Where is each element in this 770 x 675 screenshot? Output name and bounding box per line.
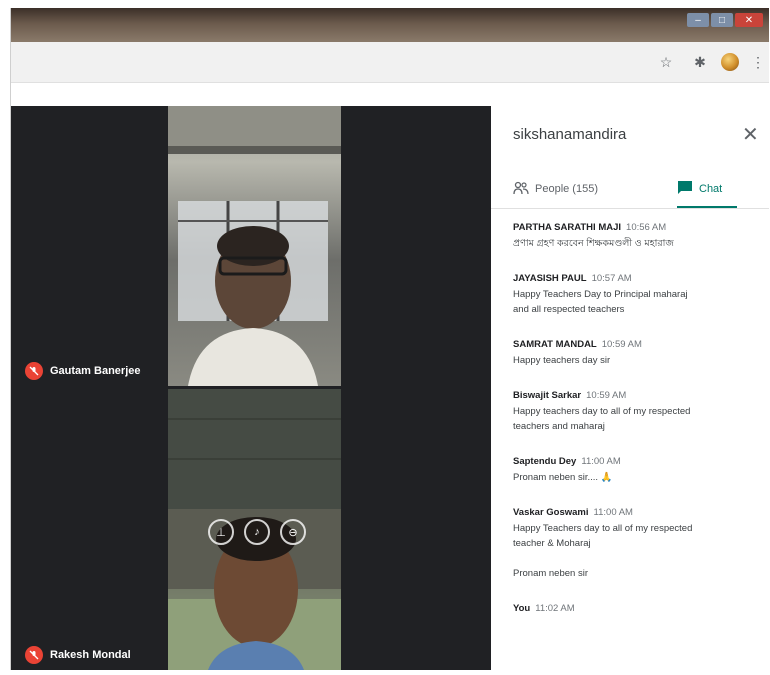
- message-time: 10:57 AM: [591, 273, 632, 284]
- panel-tabs: People (155) Chat: [491, 172, 769, 209]
- details-panel: sikshanamandira ✕ People (155) Chat PART…: [491, 106, 769, 670]
- window-controls: – □ ✕: [685, 13, 763, 27]
- message-text: প্রণাম গ্রহণ করবেন শিক্ষকমণ্ডলী ও মহারাজ: [513, 238, 674, 249]
- message-line: Pronam neben sir: [513, 568, 588, 579]
- mic-off-icon: [25, 362, 43, 380]
- chat-message: You 11:02 AM: [513, 603, 748, 614]
- message-time: 10:59 AM: [601, 339, 642, 350]
- message-text: Happy Teachers Day to Principal maharaj a…: [513, 287, 748, 317]
- message-line: teacher & Moharaj: [513, 538, 591, 549]
- message-line: Happy teachers day to all of my respecte…: [513, 406, 691, 417]
- message-sender: JAYASISH PAUL: [513, 273, 587, 284]
- tile-hover-controls: ⊥ ♪ ⊖: [208, 519, 316, 545]
- message-text: Pronam neben sir.... 🙏: [513, 472, 613, 483]
- window-titlebar: – □ ✕: [11, 8, 769, 42]
- video-tile-gautam[interactable]: [168, 106, 341, 386]
- chat-message: JAYASISH PAUL 10:57 AM Happy Teachers Day…: [513, 273, 748, 317]
- message-text: Happy teachers day sir: [513, 355, 611, 366]
- puzzle-icon[interactable]: ✱: [691, 53, 709, 71]
- message-line: Happy Teachers Day to Principal maharaj: [513, 289, 688, 300]
- participant-name: Gautam Banerjee: [50, 365, 141, 377]
- message-time: 10:59 AM: [586, 390, 627, 401]
- chat-message: PARTHA SARATHI MAJI 10:56 AM প্রণাম গ্রহণ…: [513, 222, 748, 251]
- tab-people[interactable]: People (155): [513, 172, 598, 206]
- minimize-button[interactable]: –: [687, 13, 709, 27]
- message-sender: Vaskar Goswami: [513, 507, 589, 518]
- message-time: 11:00 AM: [581, 456, 621, 467]
- message-sender: PARTHA SARATHI MAJI: [513, 222, 622, 233]
- close-window-button[interactable]: ✕: [735, 13, 763, 27]
- meeting-grid: Gautam Banerjee ⊥ ♪ ⊖ Rakesh Mondal: [11, 106, 491, 670]
- chat-message: Saptendu Dey 11:00 AM Pronam neben sir...…: [513, 456, 748, 485]
- message-sender: SAMRAT MANDAL: [513, 339, 597, 350]
- pin-icon[interactable]: ⊥: [208, 519, 234, 545]
- message-time: 10:56 AM: [626, 222, 667, 233]
- star-icon[interactable]: ☆: [657, 53, 675, 71]
- close-icon[interactable]: ✕: [742, 122, 759, 147]
- tab-chat-label: Chat: [699, 183, 723, 195]
- participant-video: [168, 106, 341, 386]
- participant-label-gautam: Gautam Banerjee: [25, 362, 140, 380]
- message-line: teachers and maharaj: [513, 421, 605, 432]
- message-time: 11:00 AM: [593, 507, 633, 518]
- chat-messages: PARTHA SARATHI MAJI 10:56 AM প্রণাম গ্রহণ…: [513, 222, 748, 636]
- browser-toolbar: ☆ ✱ ⋮: [11, 42, 769, 83]
- remove-icon[interactable]: ⊖: [280, 519, 306, 545]
- video-tile-rakesh[interactable]: ⊥ ♪ ⊖: [168, 389, 341, 670]
- message-text: Happy Teachers day to all of my respecte…: [513, 521, 748, 581]
- message-sender: You: [513, 603, 531, 614]
- browser-window: – □ ✕ ☆ ✱ ⋮ Gautam Banerjee ⊥ ♪ ⊖ Rakesh…: [10, 8, 769, 670]
- page-top-strip: [11, 83, 769, 106]
- profile-avatar[interactable]: [721, 53, 739, 71]
- meeting-name: sikshanamandira: [513, 126, 627, 143]
- mute-icon[interactable]: ♪: [244, 519, 270, 545]
- people-icon: [513, 181, 529, 198]
- chat-message: Biswajit Sarkar 10:59 AM Happy teachers d…: [513, 390, 748, 434]
- tab-people-label: People (155): [535, 183, 598, 195]
- message-line: and all respected teachers: [513, 304, 625, 315]
- tab-chat[interactable]: Chat: [677, 172, 737, 208]
- message-sender: Biswajit Sarkar: [513, 390, 582, 401]
- chat-icon: [677, 180, 693, 198]
- more-icon[interactable]: ⋮: [749, 53, 767, 71]
- message-text: Happy teachers day to all of my respecte…: [513, 404, 748, 434]
- chat-message: Vaskar Goswami 11:00 AM Happy Teachers da…: [513, 507, 748, 581]
- participant-name: Rakesh Mondal: [50, 649, 131, 661]
- mic-off-icon: [25, 646, 43, 664]
- message-line: Happy Teachers day to all of my respecte…: [513, 523, 693, 534]
- chat-message: SAMRAT MANDAL 10:59 AM Happy teachers day…: [513, 339, 748, 368]
- maximize-button[interactable]: □: [711, 13, 733, 27]
- participant-label-rakesh: Rakesh Mondal: [25, 646, 131, 664]
- message-sender: Saptendu Dey: [513, 456, 577, 467]
- message-time: 11:02 AM: [535, 603, 575, 614]
